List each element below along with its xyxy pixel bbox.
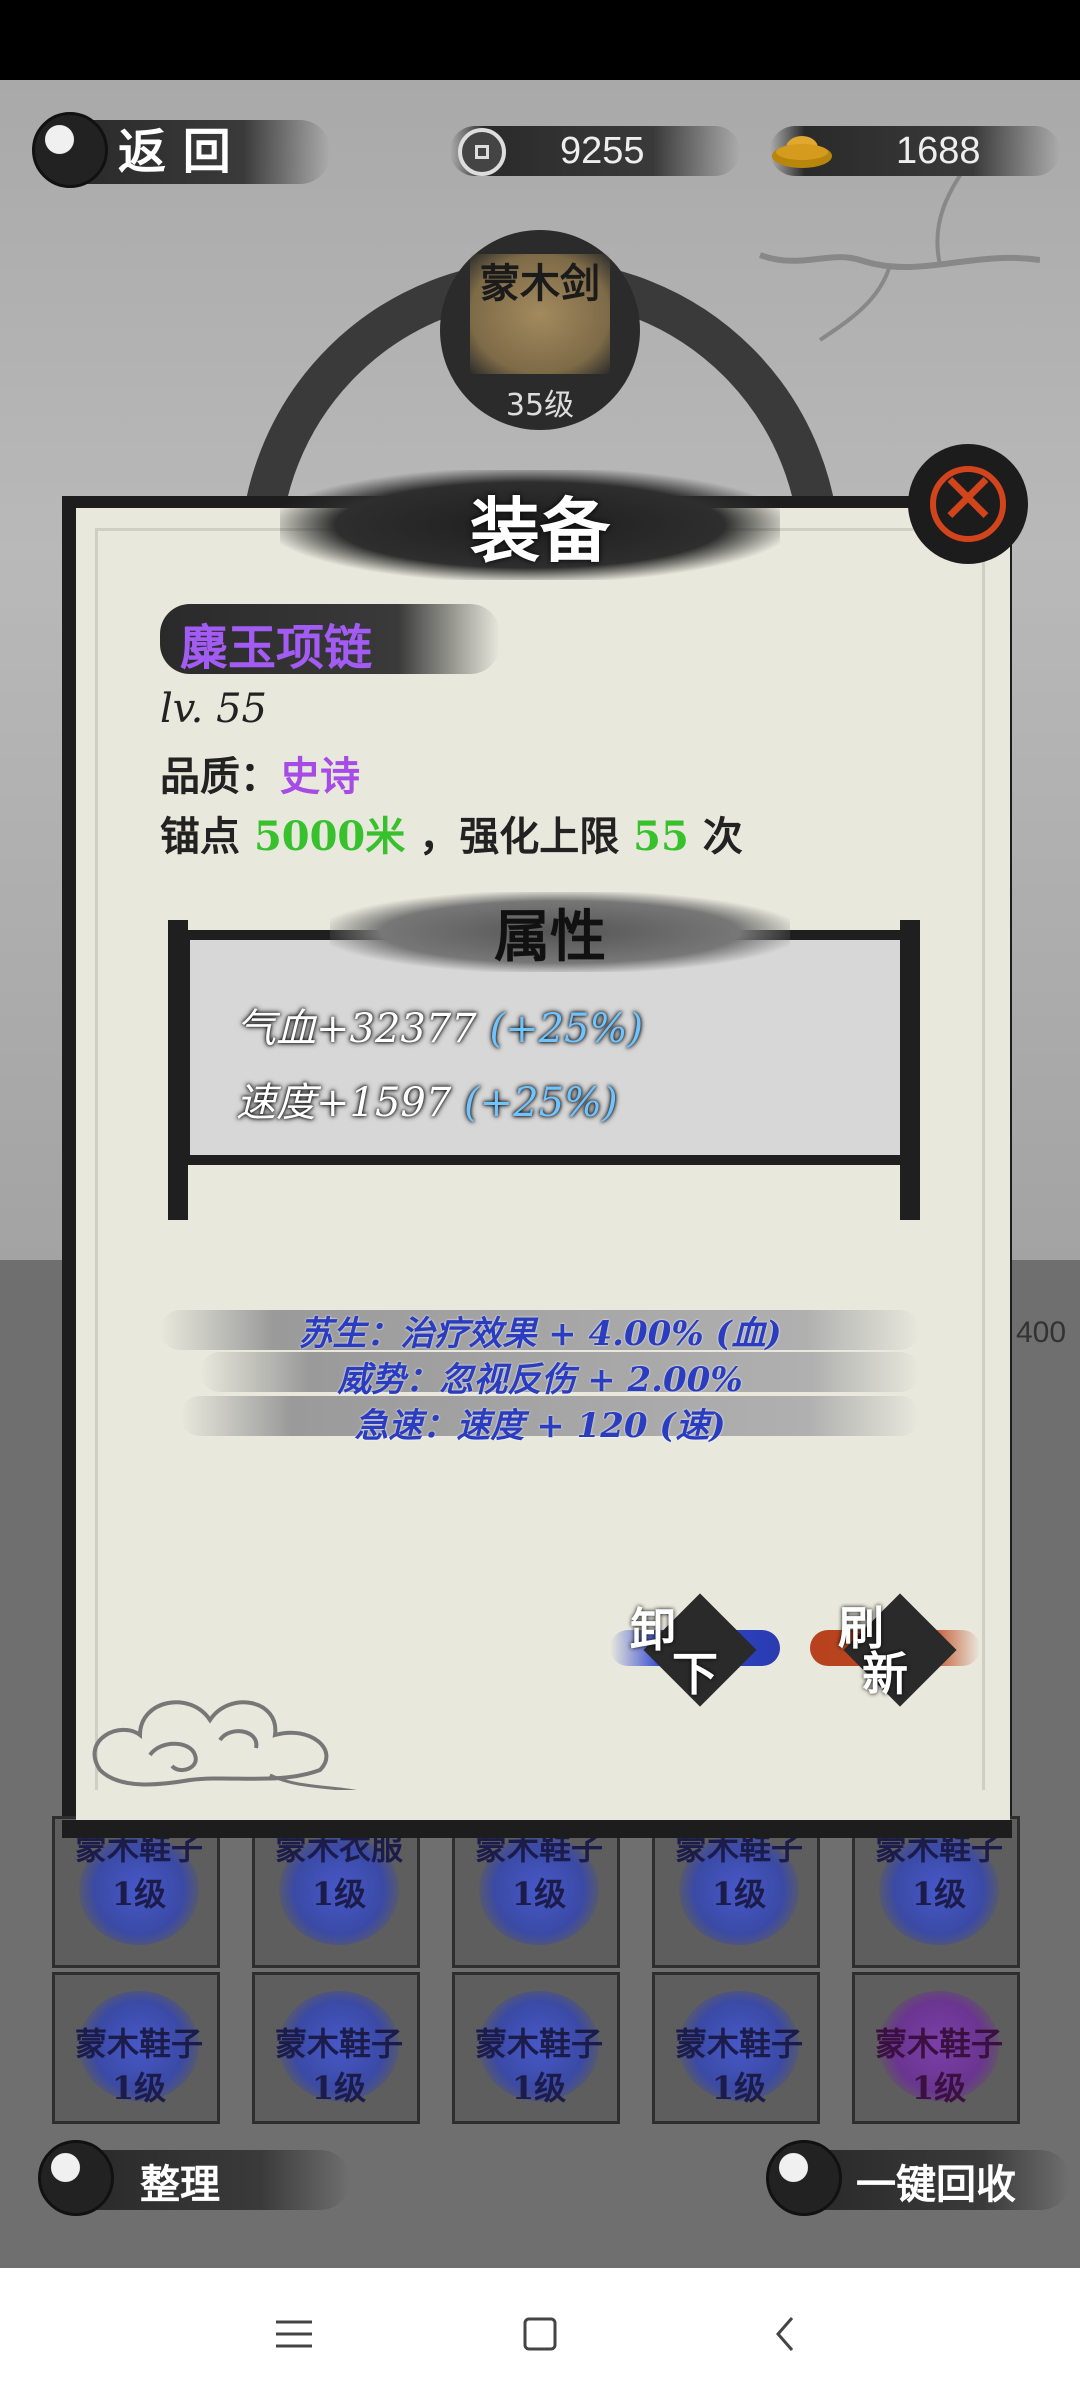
attribute-hp-text: 气血+32377 xyxy=(236,1006,477,1052)
equipped-weapon-level: 35级 xyxy=(505,388,575,423)
slot-item-name: 蒙木鞋子 xyxy=(74,2025,203,2063)
back-icon[interactable] xyxy=(760,2308,812,2360)
sort-button[interactable]: 整理 xyxy=(140,2152,220,2210)
slot-item-level: 1级 xyxy=(911,2069,967,2107)
attribute-speed-bonus: (+25%) xyxy=(464,1080,618,1126)
limit-label: ，强化上限 xyxy=(419,813,620,860)
item-quality: 品质：史诗 xyxy=(160,744,360,802)
attribute-hp: 气血+32377 (+25%) xyxy=(236,996,643,1054)
ink-branch-decoration xyxy=(758,158,1040,342)
quality-value: 史诗 xyxy=(280,753,360,800)
slot-item-level: 1级 xyxy=(111,1875,167,1913)
cloud-icon xyxy=(92,1700,371,1797)
slot-item-level: 1级 xyxy=(711,2069,767,2107)
coin-count: 9255 xyxy=(560,130,645,172)
home-icon[interactable] xyxy=(514,2308,566,2360)
dialog-bottom-strip xyxy=(76,1790,1010,1820)
yin-yang-icon xyxy=(766,2140,842,2216)
copper-coin-icon xyxy=(458,128,506,176)
item-name: 麋玉项链 xyxy=(180,620,373,676)
inventory-slot[interactable]: 蒙木鞋子 1级 xyxy=(652,1816,820,1968)
inventory-slot[interactable]: 蒙木鞋子 1级 xyxy=(52,1972,220,2124)
refresh-button[interactable]: 刷 新 xyxy=(810,1580,980,1710)
unequip-label-top: 卸 xyxy=(630,1603,676,1657)
side-number: 400 xyxy=(1016,1316,1067,1349)
close-button[interactable]: ✕ xyxy=(908,444,1028,564)
slot-item-name: 蒙木鞋子 xyxy=(474,2025,603,2063)
recycle-all-button[interactable]: 一键回收 xyxy=(856,2152,1016,2210)
limit-unit: 次 xyxy=(702,813,743,860)
status-bar xyxy=(0,0,1080,80)
slot-item-name: 蒙木鞋子 xyxy=(674,2025,803,2063)
dialog-title: 装备 xyxy=(470,489,610,572)
slot-item-level: 1级 xyxy=(311,2069,367,2107)
slot-item-name: 蒙木鞋子 xyxy=(274,2025,403,2063)
system-nav-bar xyxy=(0,2268,1080,2400)
unequip-button[interactable]: 卸 下 xyxy=(610,1580,780,1710)
sub-attribute-3: 急速：速度 + 120 (速) xyxy=(354,1406,726,1446)
inventory-slot[interactable]: 蒙木鞋子 1级 xyxy=(652,1972,820,2124)
inventory-slot[interactable]: 蒙木鞋子 1级 xyxy=(852,1816,1020,1968)
gold-count: 1688 xyxy=(896,130,981,172)
inventory-slot[interactable]: 蒙木鞋子 1级 xyxy=(252,1972,420,2124)
anchor-label: 锚点 xyxy=(160,813,240,860)
slot-item-level: 1级 xyxy=(311,1875,367,1913)
back-button[interactable]: 返 回 xyxy=(118,112,231,182)
sub-attribute-2: 威势：忽视反伤 + 2.00% xyxy=(337,1360,743,1400)
equipped-weapon-medallion[interactable]: 蒙木剑 35级 xyxy=(440,230,640,430)
slot-item-level: 1级 xyxy=(111,2069,167,2107)
yin-yang-icon[interactable] xyxy=(32,112,108,188)
limit-value: 55 xyxy=(633,813,689,860)
inventory-slot[interactable]: 蒙木鞋子 1级 xyxy=(452,1972,620,2124)
gold-ingot-icon xyxy=(772,136,832,168)
equipped-weapon-name: 蒙木剑 xyxy=(480,260,600,307)
inventory-slot[interactable]: 蒙木鞋子 1级 xyxy=(52,1816,220,1968)
inventory-slot[interactable]: 蒙木鞋子 1级 xyxy=(852,1972,1020,2124)
attributes-title: 属性 xyxy=(494,904,606,970)
unequip-label-bottom: 下 xyxy=(672,1647,718,1701)
item-level: lv. 55 xyxy=(160,686,267,732)
anchor-value: 5000米 xyxy=(253,813,406,860)
inventory-slot[interactable]: 蒙木衣服 1级 xyxy=(252,1816,420,1968)
attribute-hp-bonus: (+25%) xyxy=(489,1006,644,1052)
sub-attribute-1: 苏生：治疗效果 + 4.00% (血) xyxy=(298,1314,782,1354)
inventory-slot[interactable]: 蒙木鞋子 1级 xyxy=(452,1816,620,1968)
menu-icon[interactable] xyxy=(268,2308,320,2360)
refresh-label-bottom: 新 xyxy=(862,1647,908,1701)
slot-item-level: 1级 xyxy=(511,1875,567,1913)
item-anchor-line: 锚点 5000米 ，强化上限 55 次 xyxy=(160,804,743,862)
attribute-speed: 速度+1597 (+25%) xyxy=(236,1070,618,1128)
attribute-speed-text: 速度+1597 xyxy=(236,1080,452,1126)
slot-item-level: 1级 xyxy=(911,1875,967,1913)
slot-item-level: 1级 xyxy=(511,2069,567,2107)
quality-label: 品质： xyxy=(160,753,280,800)
slot-item-name: 蒙木鞋子 xyxy=(874,2025,1003,2063)
yin-yang-icon xyxy=(38,2140,114,2216)
slot-item-level: 1级 xyxy=(711,1875,767,1913)
dialog-bottom-edge xyxy=(62,1820,1012,1838)
close-icon: ✕ xyxy=(938,458,998,540)
